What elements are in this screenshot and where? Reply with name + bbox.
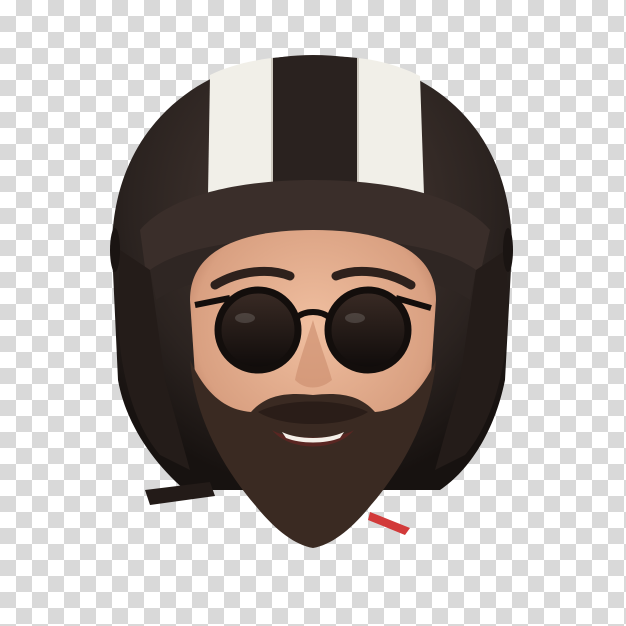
helmet-man-portrait [110,55,513,548]
left-lens [214,286,302,374]
helmet-stripe-right [358,58,424,195]
transparency-checkerboard-background [0,0,626,626]
right-lens [324,286,412,374]
helmet-stripe-left [208,58,272,195]
